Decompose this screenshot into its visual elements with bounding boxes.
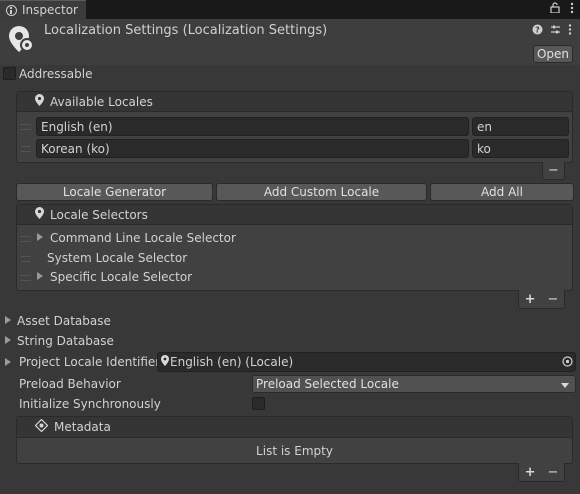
metadata-list-controls: + − bbox=[518, 463, 565, 482]
inspector-title: Localization Settings (Localization Sett… bbox=[44, 23, 328, 38]
initialize-sync-checkbox[interactable] bbox=[252, 397, 265, 410]
help-icon[interactable]: ? bbox=[532, 24, 543, 38]
drag-handle-icon[interactable] bbox=[21, 146, 31, 152]
selector-list-controls: + − bbox=[518, 290, 565, 309]
remove-selector-button[interactable]: − bbox=[548, 292, 559, 307]
locale-selectors-title: Locale Selectors bbox=[50, 207, 148, 222]
preload-behavior-value: Preload Selected Locale bbox=[256, 377, 399, 391]
project-locale-label: Project Locale Identifier bbox=[19, 355, 161, 369]
info-icon bbox=[6, 4, 17, 16]
metadata-panel: Metadata List is Empty bbox=[16, 416, 573, 464]
expand-arrow-icon[interactable] bbox=[37, 272, 43, 280]
metadata-header: Metadata bbox=[17, 417, 572, 438]
drag-handle-icon[interactable] bbox=[21, 124, 31, 130]
add-selector-button[interactable]: + bbox=[525, 292, 536, 307]
foldout-arrow-icon[interactable] bbox=[5, 336, 11, 344]
drag-handle-icon[interactable] bbox=[21, 256, 31, 262]
svg-text:?: ? bbox=[535, 26, 540, 35]
remove-metadata-button[interactable]: − bbox=[548, 465, 559, 480]
add-all-button[interactable]: Add All bbox=[430, 183, 574, 201]
string-database-foldout[interactable]: String Database bbox=[17, 334, 114, 348]
selector-item[interactable]: Command Line Locale Selector bbox=[50, 231, 236, 245]
metadata-title: Metadata bbox=[54, 420, 111, 434]
drag-handle-icon[interactable] bbox=[21, 236, 31, 242]
add-custom-locale-button[interactable]: Add Custom Locale bbox=[216, 183, 427, 201]
more-options-icon[interactable] bbox=[570, 2, 574, 17]
foldout-arrow-icon[interactable] bbox=[5, 316, 11, 324]
selector-item[interactable]: Specific Locale Selector bbox=[50, 270, 192, 284]
locale-code-field[interactable]: en bbox=[472, 117, 569, 136]
object-picker-icon[interactable] bbox=[562, 356, 573, 370]
project-locale-field[interactable]: English (en) (Locale) bbox=[157, 352, 576, 372]
location-pin-icon bbox=[161, 355, 169, 369]
tab-controls bbox=[550, 2, 574, 17]
metadata-empty-text: List is Empty bbox=[256, 444, 333, 458]
initialize-sync-label: Initialize Synchronously bbox=[19, 397, 161, 411]
locale-name-field[interactable]: English (en) bbox=[36, 117, 469, 136]
addressable-label: Addressable bbox=[19, 67, 93, 81]
presets-icon[interactable] bbox=[550, 24, 561, 38]
header-controls: ? bbox=[532, 24, 572, 38]
locale-name-field[interactable]: Korean (ko) bbox=[36, 139, 469, 158]
project-locale-value: English (en) (Locale) bbox=[170, 355, 294, 369]
open-button[interactable]: Open bbox=[533, 45, 573, 63]
chevron-down-icon bbox=[561, 377, 569, 391]
more-options-icon[interactable] bbox=[568, 24, 572, 38]
locale-generator-button[interactable]: Locale Generator bbox=[16, 183, 213, 201]
lock-icon[interactable] bbox=[550, 2, 560, 17]
preload-behavior-dropdown[interactable]: Preload Selected Locale bbox=[252, 375, 576, 393]
available-locales-header: Available Locales bbox=[17, 92, 572, 112]
addressable-checkbox[interactable] bbox=[3, 67, 16, 80]
location-pin-icon bbox=[35, 207, 44, 222]
localization-settings-icon bbox=[6, 24, 36, 54]
remove-locale-button[interactable]: − bbox=[542, 162, 565, 180]
available-locales-title: Available Locales bbox=[50, 94, 153, 109]
location-pin-icon bbox=[35, 94, 44, 109]
add-metadata-button[interactable]: + bbox=[525, 465, 536, 480]
selector-item[interactable]: System Locale Selector bbox=[47, 251, 187, 265]
metadata-icon bbox=[34, 418, 49, 435]
foldout-arrow-icon[interactable] bbox=[5, 358, 11, 366]
asset-database-foldout[interactable]: Asset Database bbox=[17, 314, 111, 328]
drag-handle-icon[interactable] bbox=[21, 275, 31, 281]
expand-arrow-icon[interactable] bbox=[37, 233, 43, 241]
locale-selectors-header: Locale Selectors bbox=[17, 205, 572, 225]
tab-inspector[interactable]: Inspector bbox=[0, 0, 86, 19]
locale-code-field[interactable]: ko bbox=[472, 139, 569, 158]
tab-bar bbox=[0, 0, 580, 19]
preload-behavior-label: Preload Behavior bbox=[19, 377, 121, 391]
tab-label: Inspector bbox=[22, 3, 78, 17]
